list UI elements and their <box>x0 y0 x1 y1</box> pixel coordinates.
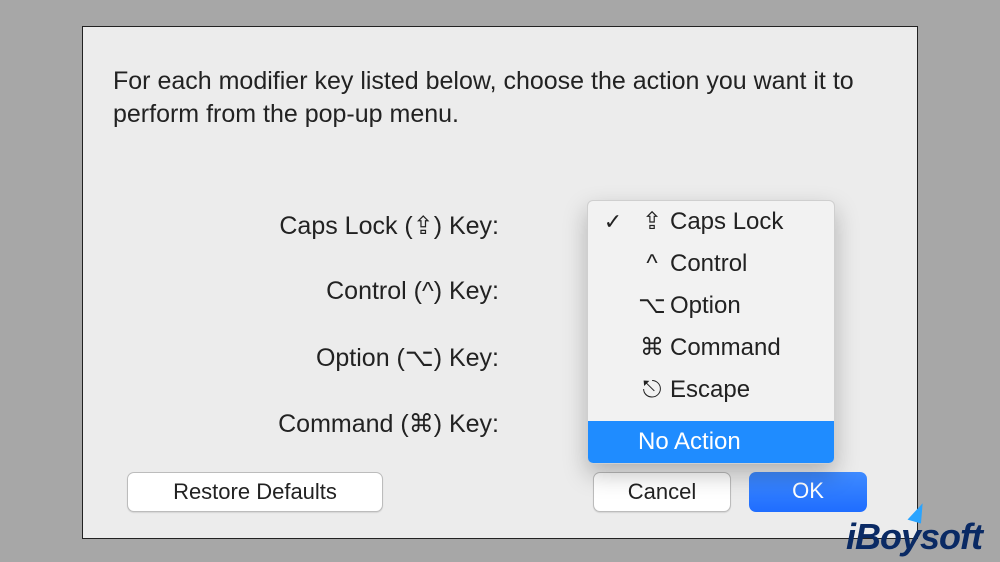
menu-item-label: No Action <box>638 428 741 455</box>
restore-defaults-button[interactable]: Restore Defaults <box>127 472 383 512</box>
escape-icon: ⎋ <box>638 369 666 411</box>
menu-item-label: Caps Lock <box>670 208 783 235</box>
menu-item-label: Command <box>670 334 781 361</box>
instruction-text: For each modifier key listed below, choo… <box>113 65 873 130</box>
command-icon: ⌘ <box>638 327 666 369</box>
watermark-text: iBoysoft <box>846 516 982 557</box>
modifier-keys-dialog: For each modifier key listed below, choo… <box>82 26 918 539</box>
caps-lock-label: Caps Lock (⇪) Key: <box>83 211 499 241</box>
control-icon: ^ <box>638 243 666 285</box>
watermark-logo: iBoysoft <box>846 516 982 558</box>
menu-item-option[interactable]: ⌥Option <box>588 285 834 327</box>
caps-lock-icon: ⇪ <box>638 201 666 243</box>
menu-item-caps-lock[interactable]: ✓ ⇪Caps Lock <box>588 201 834 243</box>
action-dropdown-menu: ✓ ⇪Caps Lock ^Control ⌥Option ⌘Command ⎋… <box>587 200 835 464</box>
command-label: Command (⌘) Key: <box>83 409 499 439</box>
menu-item-label: Escape <box>670 376 750 403</box>
menu-item-command[interactable]: ⌘Command <box>588 327 834 369</box>
menu-item-label: Option <box>670 292 741 319</box>
option-label: Option (⌥) Key: <box>83 343 499 373</box>
menu-item-escape[interactable]: ⎋Escape <box>588 369 834 411</box>
ok-button[interactable]: OK <box>749 472 867 512</box>
check-icon: ✓ <box>602 201 624 243</box>
menu-item-no-action[interactable]: No Action <box>588 421 834 463</box>
dialog-buttons: Restore Defaults Cancel OK <box>83 472 917 514</box>
control-label: Control (^) Key: <box>83 277 499 306</box>
option-icon: ⌥ <box>638 285 666 327</box>
menu-item-label: Control <box>670 250 747 277</box>
menu-separator <box>588 411 834 421</box>
menu-item-control[interactable]: ^Control <box>588 243 834 285</box>
cancel-button[interactable]: Cancel <box>593 472 731 512</box>
